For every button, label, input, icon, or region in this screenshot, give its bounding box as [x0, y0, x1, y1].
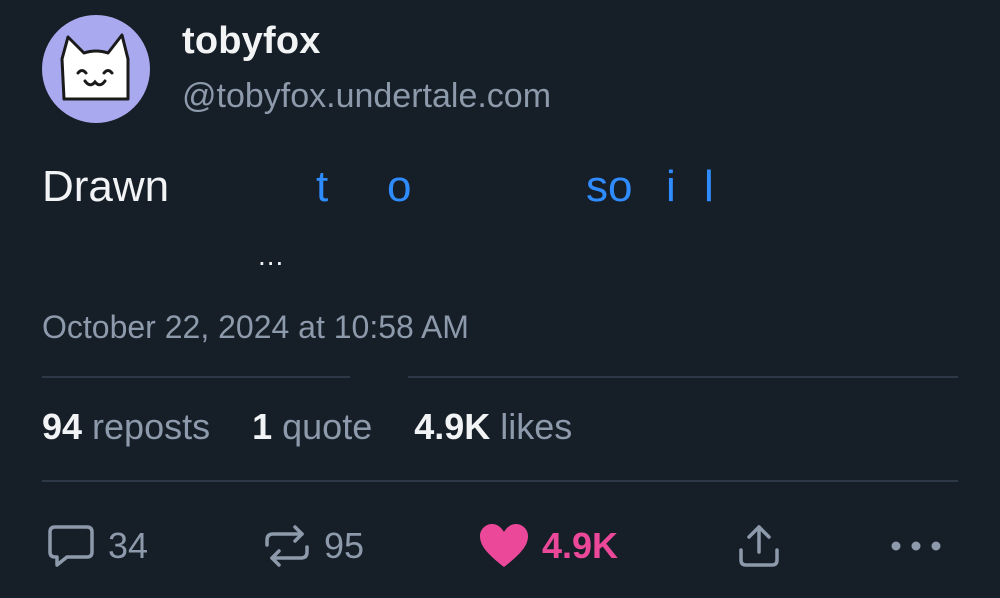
- repost-arrows-icon: [265, 525, 309, 567]
- share-upload-icon: [739, 525, 779, 567]
- likes-label: likes: [490, 406, 573, 447]
- quotes-count: 1: [252, 406, 273, 447]
- ellipsis-icon: [891, 541, 941, 551]
- like-count: 4.9K: [542, 525, 619, 566]
- reply-button[interactable]: 34: [46, 518, 148, 574]
- repost-count: 95: [324, 525, 365, 566]
- post-link-fragment[interactable]: l: [704, 162, 714, 212]
- likes-count: 4.9K: [414, 406, 491, 447]
- post-text: Drawn: [42, 162, 170, 211]
- speech-bubble-icon: [48, 525, 94, 567]
- share-button[interactable]: [736, 518, 782, 574]
- cat-face-icon: [60, 33, 130, 101]
- reply-count: 34: [108, 525, 149, 566]
- post-timestamp: October 22, 2024 at 10:58 AM: [42, 309, 469, 345]
- likes-stat[interactable]: 4.9K likes: [414, 406, 572, 448]
- divider: [42, 480, 958, 482]
- more-options-button[interactable]: [890, 518, 942, 574]
- divider: [42, 376, 350, 378]
- divider: [408, 376, 958, 378]
- more-text-indicator: ...: [258, 240, 285, 271]
- post-stats: 94 reposts 1 quote 4.9K likes: [42, 406, 572, 448]
- author-handle[interactable]: @tobyfox.undertale.com: [182, 77, 551, 116]
- post-link-fragment[interactable]: o: [387, 162, 411, 212]
- author-display-name[interactable]: tobyfox: [182, 20, 321, 63]
- repost-button[interactable]: 95: [262, 518, 364, 574]
- like-button[interactable]: 4.9K: [478, 518, 618, 574]
- reposts-label: reposts: [82, 406, 211, 447]
- avatar[interactable]: [42, 15, 150, 123]
- quotes-stat[interactable]: 1 quote: [252, 406, 372, 448]
- quotes-label: quote: [272, 406, 373, 447]
- post-link-fragment[interactable]: t: [316, 162, 328, 212]
- post-link-fragment[interactable]: i: [666, 162, 676, 212]
- heart-icon: [480, 524, 528, 567]
- post-link-fragment[interactable]: so: [586, 162, 632, 212]
- reposts-stat[interactable]: 94 reposts: [42, 406, 210, 448]
- reposts-count: 94: [42, 406, 83, 447]
